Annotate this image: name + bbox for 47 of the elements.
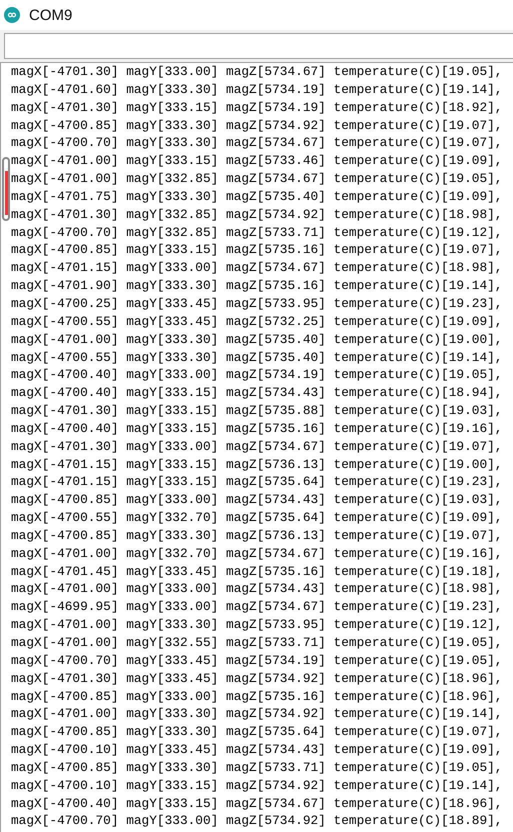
serial-output-line: magX[-4700.40] magY[333.15] magZ[5734.67] temperature(C)[18.96], [11, 794, 504, 812]
serial-output-line: magX[-4700.10] magY[333.45] magZ[5734.43] temperature(C)[19.09], [11, 741, 504, 759]
window-title: COM9 [29, 6, 72, 24]
serial-output-line: magX[-4700.70] magY[333.00] magZ[5734.92] temperature(C)[18.89], [11, 812, 504, 830]
serial-output-line: magX[-4701.45] magY[333.45] magZ[5735.16] temperature(C)[19.18], [11, 562, 504, 580]
serial-output-line: magX[-4701.30] magY[333.45] magZ[5734.92] temperature(C)[18.96], [11, 670, 504, 688]
vertical-bar-marker [2, 157, 10, 221]
serial-output-line: magX[-4700.85] magY[333.30] magZ[5735.64] temperature(C)[19.07], [11, 723, 504, 742]
serial-output-line: magX[-4701.00] magY[333.30] magZ[5734.92] temperature(C)[19.14], [11, 705, 504, 724]
serial-output-line: magX[-4700.25] magY[333.45] magZ[5733.95] temperature(C)[19.23], [11, 294, 504, 313]
serial-output-line: magX[-4700.70] magY[333.30] magZ[5734.67] temperature(C)[19.07], [11, 134, 504, 152]
serial-output-line: magX[-4701.15] magY[333.15] magZ[5735.64] temperature(C)[19.23], [11, 473, 504, 492]
serial-output-line: magX[-4701.30] magY[333.00] magZ[5734.67] temperature(C)[19.07], [11, 438, 504, 456]
app-logo-icon [4, 7, 20, 23]
serial-output-line: magX[-4700.85] magY[333.00] magZ[5735.16] temperature(C)[18.96], [11, 688, 504, 706]
serial-output-line: magX[-4700.40] magY[333.00] magZ[5734.19] temperature(C)[19.05], [11, 366, 504, 384]
serial-output-line: magX[-4699.95] magY[333.00] magZ[5734.67] temperature(C)[19.23], [11, 598, 504, 616]
serial-output-line: magX[-4700.55] magY[333.45] magZ[5732.25] temperature(C)[19.09], [11, 312, 504, 331]
serial-output-line: magX[-4701.15] magY[333.00] magZ[5734.67] temperature(C)[18.98], [11, 259, 504, 278]
serial-output-line: magX[-4700.85] magY[333.30] magZ[5734.92] temperature(C)[19.07], [11, 116, 504, 134]
serial-output-line: magX[-4701.30] magY[332.85] magZ[5734.92] temperature(C)[18.98], [11, 206, 504, 224]
serial-output-line: magX[-4701.30] magY[333.00] magZ[5734.67] temperature(C)[19.05], [11, 63, 504, 81]
serial-output-line: magX[-4701.00] magY[333.30] magZ[5733.95] temperature(C)[19.12], [11, 616, 504, 634]
serial-output-line: magX[-4700.85] magY[333.30] magZ[5736.13] temperature(C)[19.07], [11, 526, 504, 545]
serial-output-line: magX[-4701.00] magY[332.85] magZ[5734.67] temperature(C)[19.05], [11, 170, 504, 188]
serial-output-line: magX[-4701.00] magY[333.00] magZ[5734.43] temperature(C)[18.98], [11, 580, 504, 598]
serial-output-line: magX[-4700.85] magY[333.00] magZ[5734.43] temperature(C)[19.03], [11, 491, 504, 510]
serial-output-line: magX[-4701.30] magY[333.15] magZ[5735.88] temperature(C)[19.03], [11, 402, 504, 420]
serial-output-line: magX[-4700.40] magY[333.15] magZ[5734.43] temperature(C)[18.94], [11, 384, 504, 402]
serial-output-line: magX[-4700.40] magY[333.15] magZ[5735.16] temperature(C)[19.16], [11, 420, 504, 438]
serial-output-line: magX[-4701.30] magY[333.15] magZ[5734.19] temperature(C)[18.92], [11, 98, 504, 117]
serial-output-line: magX[-4700.55] magY[332.70] magZ[5735.64] temperature(C)[19.09], [11, 509, 504, 527]
serial-output-line: magX[-4700.55] magY[333.30] magZ[5735.40] temperature(C)[19.14], [11, 348, 504, 366]
serial-output-line: magX[-4701.90] magY[333.30] magZ[5735.16] temperature(C)[19.14], [11, 277, 504, 295]
serial-output-line: magX[-4700.85] magY[333.15] magZ[5735.16] temperature(C)[19.07], [11, 241, 504, 260]
serial-output-line: magX[-4700.10] magY[333.15] magZ[5734.92] temperature(C)[19.14], [11, 776, 504, 795]
input-field[interactable] [4, 33, 513, 59]
serial-output-line: magX[-4701.60] magY[333.30] magZ[5734.19] temperature(C)[19.14], [11, 80, 504, 99]
serial-output-line: magX[-4701.00] magY[333.15] magZ[5733.46] temperature(C)[19.09], [11, 152, 504, 170]
serial-output-line: magX[-4701.00] magY[332.55] magZ[5733.71] temperature(C)[19.05], [11, 634, 504, 652]
serial-output-line: magX[-4700.85] magY[333.30] magZ[5733.71] temperature(C)[19.05], [11, 758, 504, 777]
serial-output-line: magX[-4701.00] magY[332.70] magZ[5734.67] temperature(C)[19.16], [11, 544, 504, 563]
serial-output-line: magX[-4700.70] magY[332.85] magZ[5733.71] temperature(C)[19.12], [11, 224, 504, 242]
serial-output-line: magX[-4701.75] magY[333.30] magZ[5735.40] temperature(C)[19.09], [11, 188, 504, 206]
serial-output-line: magX[-4701.15] magY[333.15] magZ[5736.13] temperature(C)[19.00], [11, 456, 504, 474]
serial-output-line: magX[-4700.70] magY[333.45] magZ[5734.19] temperature(C)[19.05], [11, 652, 504, 670]
serial-output-line: magX[-4701.00] magY[333.30] magZ[5735.40] temperature(C)[19.00], [11, 330, 504, 348]
